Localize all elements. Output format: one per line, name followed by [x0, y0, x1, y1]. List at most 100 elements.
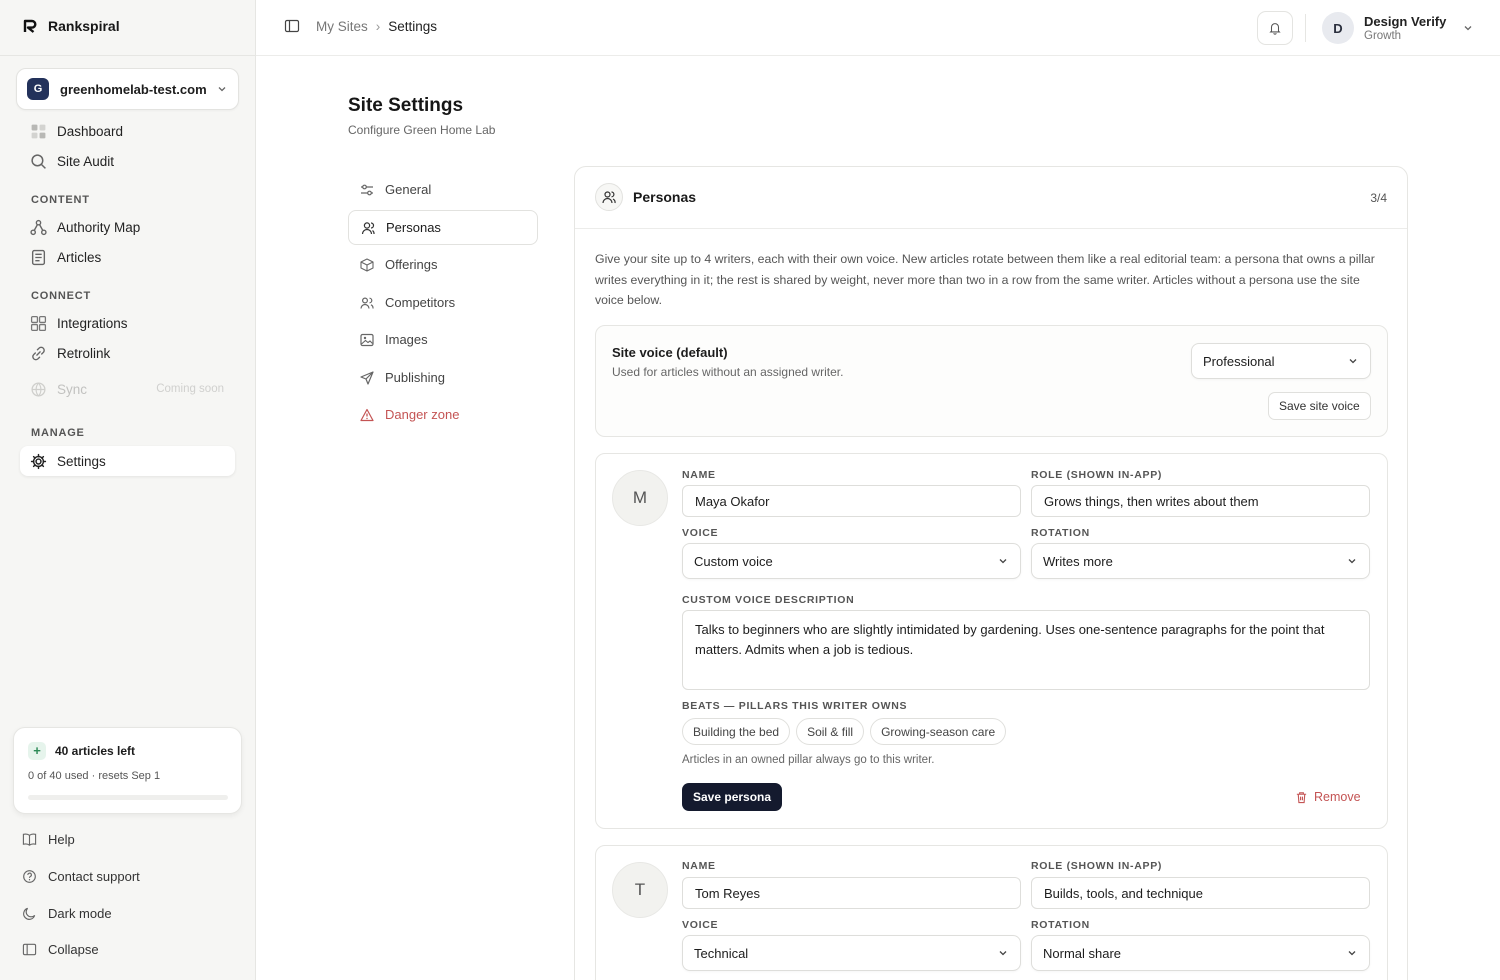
persona-name-input[interactable]: Maya Okafor [682, 485, 1021, 517]
box-icon [360, 257, 374, 272]
breadcrumb-my-sites[interactable]: My Sites [316, 19, 368, 34]
sidebar-item-dashboard[interactable]: Dashboard [20, 116, 235, 146]
settings-nav-danger-zone[interactable]: Danger zone [348, 397, 538, 432]
gear-icon [30, 453, 47, 469]
user-plan: Growth [1364, 29, 1402, 42]
globe-icon [31, 381, 46, 397]
custom-voice-textarea[interactable]: Talks to beginners who are slightly inti… [682, 610, 1370, 690]
settings-nav-label: Danger zone [385, 407, 460, 422]
page-subtitle: Configure Green Home Lab [348, 123, 496, 137]
settings-nav-label: Competitors [385, 295, 456, 310]
sidebar-item-label: Sync [57, 381, 88, 397]
persona-voice-select[interactable]: Technical [682, 935, 1021, 971]
sidebar-item-site-audit[interactable]: Site Audit [20, 146, 235, 176]
personas-intro: Give your site up to 4 writers, each wit… [595, 252, 1375, 307]
sidebar-item-retrolink[interactable]: Retrolink [20, 338, 235, 368]
settings-nav-general[interactable]: General [348, 172, 538, 207]
topbar: My Sites › Settings D Design Verify Grow… [256, 0, 1500, 56]
sidebar-item-settings[interactable]: Settings [20, 446, 235, 476]
chevron-down-icon [218, 87, 226, 92]
brand-name: Rankspiral [48, 18, 120, 34]
persona-rotation-select[interactable]: Normal share [1031, 935, 1370, 971]
beats-note: Articles in an owned pillar always go to… [682, 754, 935, 766]
sidebar-item-label: Retrolink [57, 345, 111, 361]
users-icon [602, 191, 616, 204]
site-initial-badge: G [27, 78, 49, 100]
plus-icon: + [28, 742, 46, 760]
card-title: Personas [633, 189, 697, 205]
site-switcher[interactable]: G greenhomelab-test.com [16, 68, 239, 110]
remove-persona-button[interactable]: Remove [1295, 790, 1361, 804]
dark-mode-toggle[interactable]: Dark mode [22, 906, 112, 921]
divider [0, 55, 256, 56]
user-info: Design Verify Growth [1354, 14, 1446, 43]
beat-chip[interactable]: Growing-season care [870, 718, 1007, 745]
rotation-label: ROTATION [1031, 919, 1090, 931]
collapse-button[interactable]: Collapse [22, 942, 99, 957]
sidebar-item-sync: Sync Coming soon [20, 374, 235, 404]
site-voice-subtitle: Used for articles without an assigned wr… [612, 365, 844, 379]
chevron-down-icon [999, 951, 1007, 956]
contact-support-link[interactable]: Contact support [22, 869, 140, 884]
users-icon [360, 296, 374, 309]
persona-count: 3/4 [1370, 191, 1387, 205]
settings-nav-publishing[interactable]: Publishing [348, 360, 538, 395]
quota-card: + 40 articles left 0 of 40 used · resets… [13, 727, 242, 814]
chevron-right-icon: › [375, 18, 381, 34]
persona-name-input[interactable]: Tom Reyes [682, 877, 1021, 909]
moon-icon [23, 907, 36, 920]
network-icon [30, 219, 47, 235]
save-site-voice-button[interactable]: Save site voice [1268, 392, 1371, 420]
settings-nav-label: Publishing [385, 370, 445, 385]
personas-card: Personas 3/4 Give your site up to 4 writ… [574, 166, 1408, 980]
site-voice-panel: Site voice (default) Used for articles w… [595, 325, 1388, 437]
quota-subtitle: 0 of 40 used · resets Sep 1 [28, 770, 161, 782]
persona-role-input[interactable]: Builds, tools, and technique [1031, 877, 1370, 909]
sidebar: Rankspiral G greenhomelab-test.com Dashb… [0, 0, 256, 980]
page-title: Site Settings [348, 95, 464, 116]
persona-voice-select[interactable]: Custom voice [682, 543, 1021, 579]
warning-icon [360, 408, 374, 421]
book-icon [22, 833, 37, 846]
sidebar-toggle-icon[interactable] [284, 18, 300, 34]
chevron-down-icon [1349, 359, 1357, 364]
sidebar-item-authority-map[interactable]: Authority Map [20, 212, 235, 242]
settings-nav-offerings[interactable]: Offerings [348, 247, 538, 282]
section-label-content: CONTENT [31, 194, 90, 206]
settings-nav-images[interactable]: Images [348, 322, 538, 357]
quota-progress-bar [28, 795, 228, 800]
bell-icon [1269, 23, 1281, 35]
chevron-down-icon [1348, 951, 1356, 956]
quota-title: 40 articles left [55, 744, 136, 758]
sidebar-item-integrations[interactable]: Integrations [20, 308, 235, 338]
site-voice-select[interactable]: Professional [1191, 343, 1371, 379]
sidebar-item-label: Dashboard [57, 123, 124, 139]
sliders-icon [361, 184, 373, 195]
settings-nav-label: Images [385, 332, 428, 347]
notifications-button[interactable] [1257, 11, 1293, 45]
user-icon [361, 221, 375, 234]
help-link[interactable]: Help [22, 832, 75, 847]
breadcrumb: My Sites › Settings [284, 18, 437, 34]
grid-icon [30, 315, 47, 331]
persona-role-input[interactable]: Grows things, then writes about them [1031, 485, 1370, 517]
user-name: Design Verify [1364, 13, 1447, 29]
sidebar-item-articles[interactable]: Articles [20, 242, 235, 272]
beat-chip[interactable]: Building the bed [682, 718, 791, 745]
custom-voice-label: CUSTOM VOICE DESCRIPTION [682, 594, 855, 606]
brand[interactable]: Rankspiral [22, 18, 120, 34]
beat-chip[interactable]: Soil & fill [796, 718, 865, 745]
user-menu[interactable]: D Design Verify Growth [1322, 12, 1474, 44]
voice-label: VOICE [682, 919, 719, 931]
save-persona-button[interactable]: Save persona [682, 783, 783, 811]
settings-nav-competitors[interactable]: Competitors [348, 285, 538, 320]
avatar: D [1322, 12, 1354, 44]
rotation-label: ROTATION [1031, 527, 1090, 539]
settings-nav-label: General [385, 182, 432, 197]
persona-rotation-select[interactable]: Writes more [1031, 543, 1370, 579]
select-value: Technical [694, 945, 749, 961]
settings-nav-personas[interactable]: Personas [348, 210, 538, 245]
persona-card-tom: T NAME Tom Reyes ROLE (SHOWN IN-APP) Bui… [595, 845, 1388, 980]
role-label: ROLE (SHOWN IN-APP) [1031, 469, 1163, 481]
name-label: NAME [682, 860, 716, 872]
